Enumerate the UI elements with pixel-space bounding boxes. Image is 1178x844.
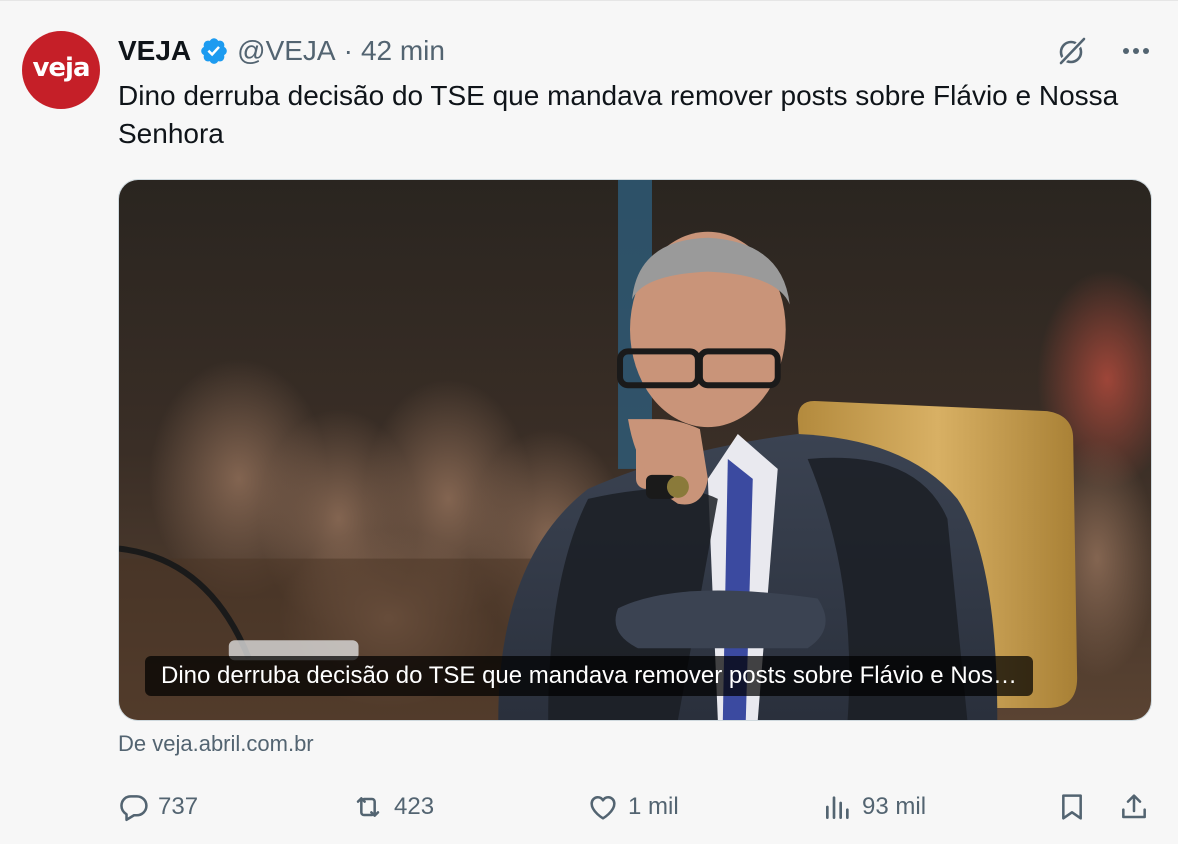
media-caption: Dino derruba decisão do TSE que mandava … <box>145 656 1033 696</box>
share-icon <box>1122 794 1146 819</box>
timestamp[interactable]: 42 min <box>361 35 445 67</box>
like-button[interactable]: 1 mil <box>586 787 679 827</box>
verified-badge-icon[interactable] <box>199 36 229 66</box>
tweet[interactable]: veja VEJA @VEJA · 42 min Dino derruba de… <box>0 0 1178 844</box>
like-count: 1 mil <box>628 793 679 820</box>
views-icon <box>826 796 849 819</box>
retweet-count: 423 <box>394 793 435 820</box>
avatar[interactable]: veja <box>22 31 100 109</box>
retweet-icon <box>356 797 380 817</box>
bookmark-icon <box>1062 794 1082 820</box>
link-source[interactable]: De veja.abril.com.br <box>118 731 314 757</box>
header-actions <box>1054 31 1154 71</box>
views-count: 93 mil <box>862 793 927 820</box>
bookmark-button[interactable] <box>1056 787 1088 827</box>
action-bar: 737 423 1 mil 93 mil <box>118 783 1158 831</box>
share-button[interactable] <box>1118 787 1150 827</box>
reply-icon <box>120 795 148 822</box>
reply-count: 737 <box>158 793 199 820</box>
display-name[interactable]: VEJA <box>118 35 191 67</box>
reply-button[interactable]: 737 <box>118 787 198 827</box>
article-photo <box>119 180 1151 720</box>
tweet-header: VEJA @VEJA · 42 min <box>118 31 445 71</box>
more-icon[interactable] <box>1118 33 1154 69</box>
separator-dot: · <box>343 35 353 66</box>
veja-logo: veja <box>32 53 90 83</box>
grok-icon[interactable] <box>1054 33 1090 69</box>
link-card-media[interactable]: Dino derruba decisão do TSE que mandava … <box>118 179 1152 721</box>
tweet-text: Dino derruba decisão do TSE que mandava … <box>118 80 1119 149</box>
handle[interactable]: @VEJA <box>237 35 335 67</box>
retweet-button[interactable]: 423 <box>350 787 434 827</box>
heart-icon <box>590 796 616 820</box>
views-button[interactable]: 93 mil <box>822 787 926 827</box>
